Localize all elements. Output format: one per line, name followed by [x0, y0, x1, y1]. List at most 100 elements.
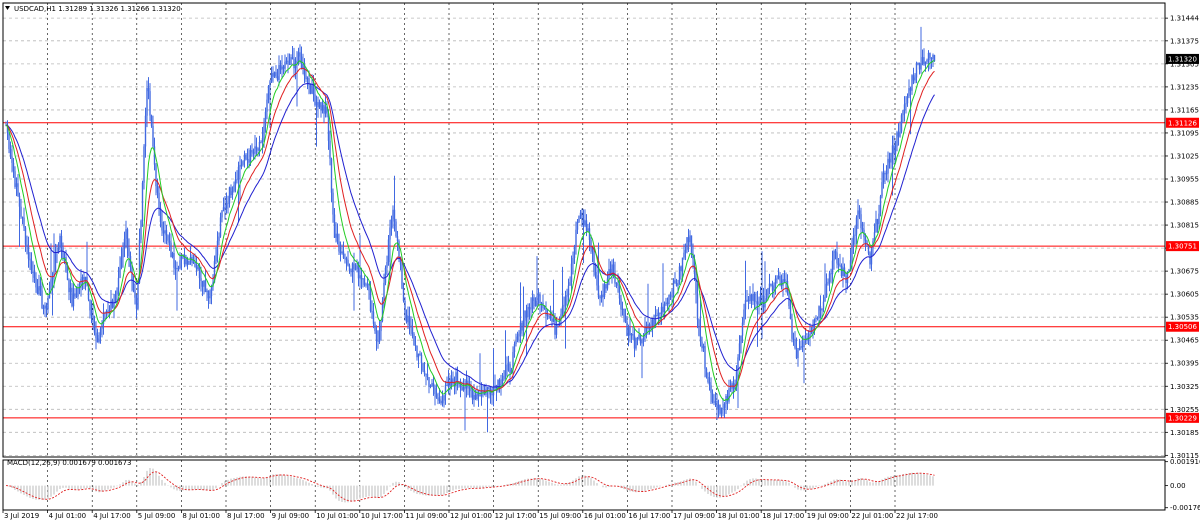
candle — [902, 109, 904, 124]
candle — [623, 308, 625, 323]
candle — [879, 194, 882, 217]
macd-layer — [5, 467, 935, 503]
candle-body — [777, 275, 780, 279]
candle — [293, 47, 295, 78]
candle-body — [26, 244, 28, 247]
x-tick-label: 3 Jul 2019 — [4, 512, 39, 520]
candle-body — [666, 302, 669, 305]
candle — [842, 257, 844, 288]
candle-body — [35, 277, 37, 288]
candle — [45, 302, 48, 318]
candle-body — [470, 388, 472, 392]
candle — [573, 244, 576, 265]
chart-canvas[interactable]: 1.314441.313751.313051.312351.311651.310… — [0, 0, 1200, 523]
candle — [294, 57, 297, 80]
candle-body — [905, 103, 907, 105]
candle-body — [122, 248, 124, 258]
candle — [348, 263, 351, 274]
candle — [858, 205, 861, 220]
candle — [740, 335, 742, 354]
candle — [342, 241, 345, 260]
candle-body — [746, 299, 748, 301]
candle-body — [75, 296, 78, 298]
candle-body — [32, 271, 34, 273]
y-tick-label: 1.31444 — [1170, 15, 1199, 23]
candle-body — [33, 271, 36, 278]
level-price-label: 1.30506 — [1168, 323, 1197, 331]
candle — [267, 84, 270, 104]
candle-body — [29, 258, 31, 261]
candle — [705, 367, 708, 379]
candle-body — [707, 376, 709, 383]
candle — [404, 297, 406, 321]
candle-body — [141, 182, 144, 221]
candle-body — [809, 333, 811, 337]
candle-body — [92, 315, 94, 322]
candle-body — [794, 339, 796, 348]
candle-body — [674, 280, 676, 283]
candle-body — [227, 203, 229, 205]
candle-body — [291, 57, 294, 59]
candle — [635, 337, 637, 351]
candle — [528, 303, 531, 320]
candle — [920, 26, 922, 74]
candle-body — [321, 105, 324, 111]
candle — [819, 295, 822, 319]
candle-body — [290, 57, 292, 65]
candle-body — [566, 295, 568, 297]
x-tick-label: 4 Jul 17:00 — [93, 512, 131, 520]
candle — [110, 289, 112, 311]
candle — [323, 102, 325, 124]
candle-body — [219, 217, 222, 237]
candle — [918, 62, 921, 75]
candle — [290, 54, 292, 66]
candle — [135, 294, 138, 319]
candle — [542, 294, 544, 312]
candle — [230, 184, 232, 199]
candle — [675, 278, 678, 287]
candle-body — [521, 322, 523, 331]
candle-body — [252, 152, 255, 154]
candle — [915, 61, 918, 84]
collapse-triangle-icon[interactable] — [5, 6, 10, 10]
candle — [896, 130, 898, 152]
candle-body — [884, 172, 886, 175]
candle-body — [461, 385, 463, 391]
candle — [56, 244, 58, 264]
candle — [240, 159, 243, 170]
candle — [99, 326, 102, 344]
candle — [161, 210, 163, 236]
candle — [747, 295, 750, 310]
candle-body — [413, 333, 415, 346]
candle — [149, 83, 151, 121]
candle-body — [657, 312, 660, 316]
y-tick-label: 1.30535 — [1170, 314, 1199, 322]
candle-body — [774, 278, 777, 287]
candle-body — [341, 251, 343, 254]
candle-body — [293, 58, 295, 69]
candle — [914, 73, 916, 84]
candle-body — [636, 338, 639, 340]
y-tick-label: 1.31095 — [1170, 129, 1199, 137]
x-tick-label: 8 Jul 01:00 — [182, 512, 220, 520]
candle — [579, 209, 582, 220]
candle — [30, 252, 33, 275]
candle-body — [536, 296, 538, 307]
candle — [911, 74, 913, 95]
candle-body — [432, 383, 435, 388]
candle — [519, 282, 522, 343]
candle-body — [125, 229, 127, 239]
candle — [615, 282, 618, 289]
candle — [875, 210, 877, 233]
candle — [641, 338, 643, 379]
candle-body — [875, 218, 877, 233]
candle-body — [59, 235, 61, 249]
candle-body — [276, 76, 279, 81]
candle — [80, 269, 82, 297]
candle-body — [837, 263, 840, 265]
candle — [672, 278, 675, 307]
candle — [324, 96, 327, 118]
candle-body — [15, 183, 18, 187]
candle-body — [504, 370, 507, 376]
candle-body — [506, 364, 508, 371]
